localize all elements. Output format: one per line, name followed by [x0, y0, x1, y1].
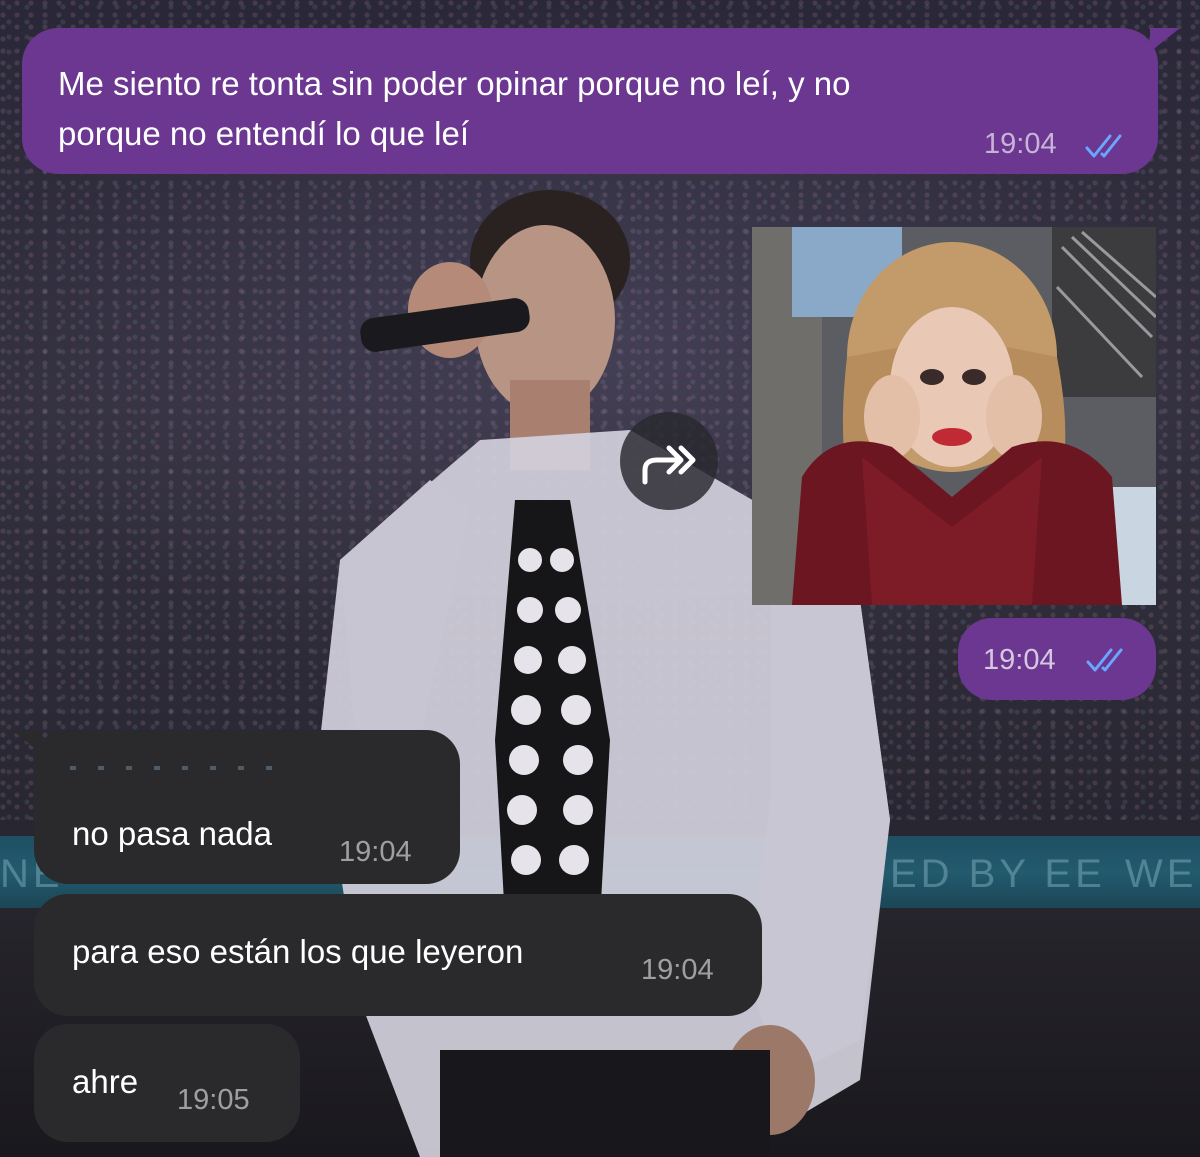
image-timestamp-bubble: 19:04: [958, 618, 1156, 700]
outgoing-message-bubble[interactable]: Me siento re tonta sin poder opinar porq…: [22, 28, 1158, 174]
incoming-message-bubble[interactable]: ahre 19:05: [34, 1024, 300, 1142]
double-check-icon: [1085, 134, 1122, 158]
outgoing-image-message[interactable]: [752, 227, 1156, 605]
message-text-line-2: porque no entendí lo que leí: [58, 115, 470, 152]
double-check-icon: [1086, 648, 1123, 672]
message-timestamp: 19:04: [641, 954, 714, 986]
message-text: para eso están los que leyeron: [72, 933, 524, 970]
crying-woman-meme-photo: [752, 227, 1156, 605]
message-text: no pasa nada: [72, 815, 273, 852]
message-text: ahre: [72, 1063, 139, 1100]
forward-button[interactable]: [620, 412, 718, 510]
message-text-line-1: Me siento re tonta sin poder opinar porq…: [58, 65, 851, 102]
incoming-message-bubble[interactable]: para eso están los que leyeron 19:04: [34, 894, 762, 1016]
forward-arrow-icon: [642, 445, 696, 485]
message-timestamp: 19:04: [984, 128, 1057, 160]
message-timestamp: 19:05: [177, 1084, 250, 1116]
incoming-message-bubble[interactable]: no pasa nada 19:04: [34, 730, 460, 884]
stage-banner-text-far-right: WE: [1125, 852, 1198, 896]
stage-banner-text-right: ED BY EE: [890, 852, 1106, 896]
message-timestamp: 19:04: [339, 836, 412, 868]
sender-name-blurred: [70, 766, 280, 770]
image-message-timestamp: 19:04: [983, 644, 1056, 676]
